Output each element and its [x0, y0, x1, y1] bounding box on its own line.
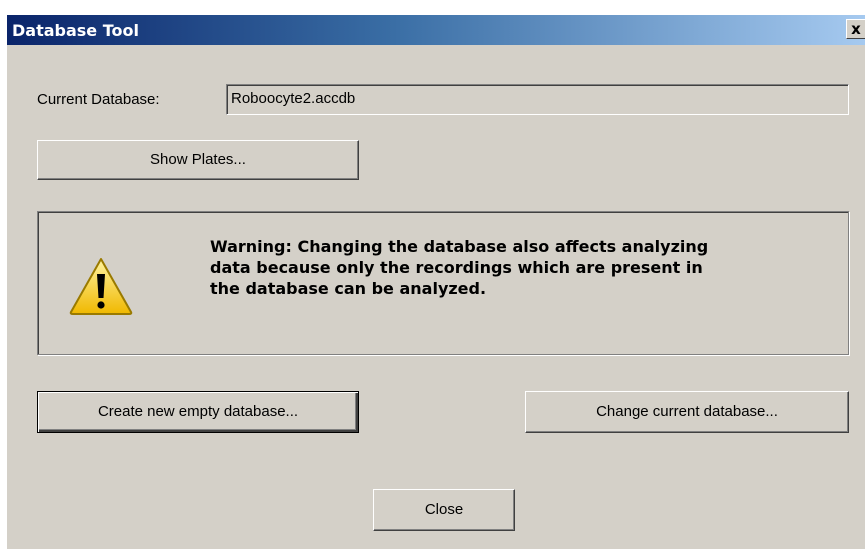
show-plates-button[interactable]: Show Plates...: [37, 140, 359, 180]
warning-triangle-icon: [69, 258, 133, 315]
warning-panel: Warning: Changing the database also affe…: [37, 211, 849, 355]
warning-line-3: the database can be analyzed.: [210, 279, 487, 298]
close-icon: x: [851, 20, 861, 38]
create-new-database-label: Create new empty database...: [97, 403, 299, 420]
title-bar[interactable]: Database Tool x: [7, 15, 865, 45]
change-current-database-label: Change current database...: [596, 403, 778, 420]
current-database-field: Roboocyte2.accdb: [226, 84, 849, 115]
warning-line-2: data because only the recordings which a…: [210, 258, 703, 277]
database-tool-dialog: Database Tool x Current Database: Robooc…: [6, 14, 865, 549]
warning-line-1: Warning: Changing the database also affe…: [210, 237, 709, 256]
close-button[interactable]: Close: [373, 489, 515, 531]
close-window-button[interactable]: x: [846, 19, 865, 39]
warning-message: Warning: Changing the database also affe…: [210, 236, 830, 299]
change-current-database-button[interactable]: Change current database...: [525, 391, 849, 433]
show-plates-label: Show Plates...: [150, 151, 246, 168]
current-database-label: Current Database:: [37, 91, 160, 108]
create-new-database-button[interactable]: Create new empty database...: [37, 391, 359, 433]
close-button-label: Close: [424, 501, 464, 518]
window-title: Database Tool: [12, 21, 139, 40]
